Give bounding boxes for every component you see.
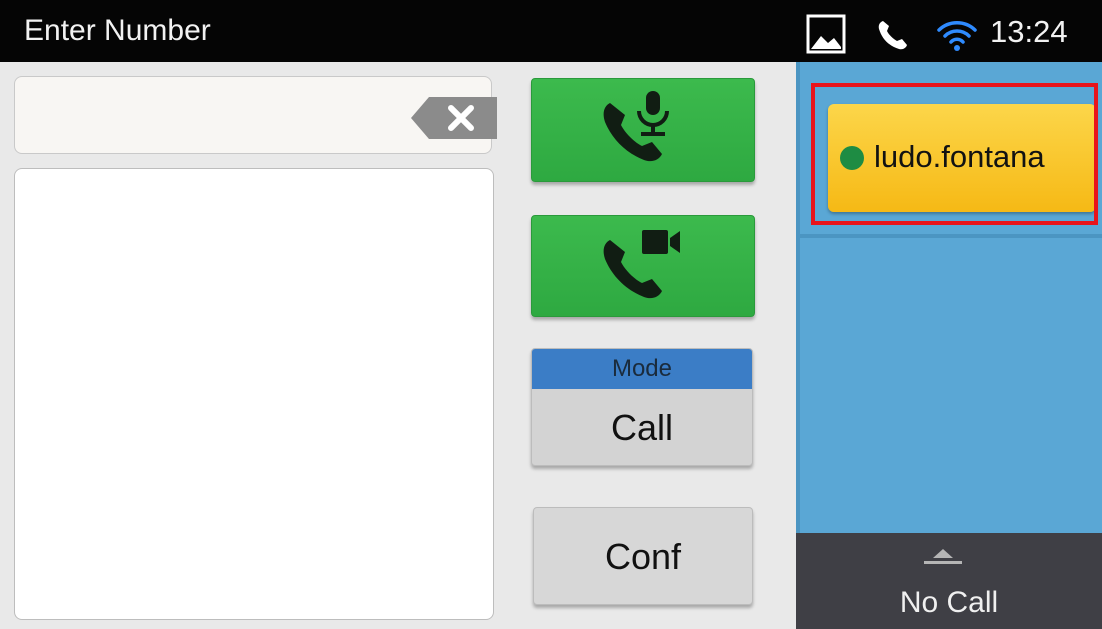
phone-mic-icon	[603, 91, 669, 162]
expand-up-icon	[924, 549, 962, 564]
number-field[interactable]	[14, 76, 497, 154]
audio-call-button[interactable]	[531, 78, 755, 182]
wifi-icon	[937, 21, 977, 51]
mode-button[interactable]: Mode Call	[531, 348, 753, 466]
video-call-button[interactable]	[531, 215, 755, 317]
top-bar: Enter Number 13:24	[0, 0, 1102, 62]
clock: 13:24	[990, 14, 1068, 49]
conf-button[interactable]: Conf	[533, 507, 753, 605]
gallery-icon[interactable]	[806, 14, 846, 54]
backspace-icon[interactable]	[411, 97, 497, 139]
mode-label: Mode	[532, 349, 752, 389]
highlight-box	[811, 83, 1098, 225]
phone-status-icon	[878, 21, 907, 50]
account-divider	[800, 234, 1102, 238]
page-title: Enter Number	[24, 14, 211, 47]
call-status-label: No Call	[899, 586, 999, 619]
search-results-list[interactable]	[14, 168, 494, 620]
number-input[interactable]	[29, 87, 393, 145]
account-panel: ludo.fontana No Call	[796, 62, 1102, 629]
phone-video-icon	[603, 230, 680, 299]
dialer-panel: Mode Call Conf	[0, 62, 796, 629]
mode-value: Call	[610, 407, 673, 448]
call-status-bar[interactable]: No Call	[796, 533, 1102, 629]
